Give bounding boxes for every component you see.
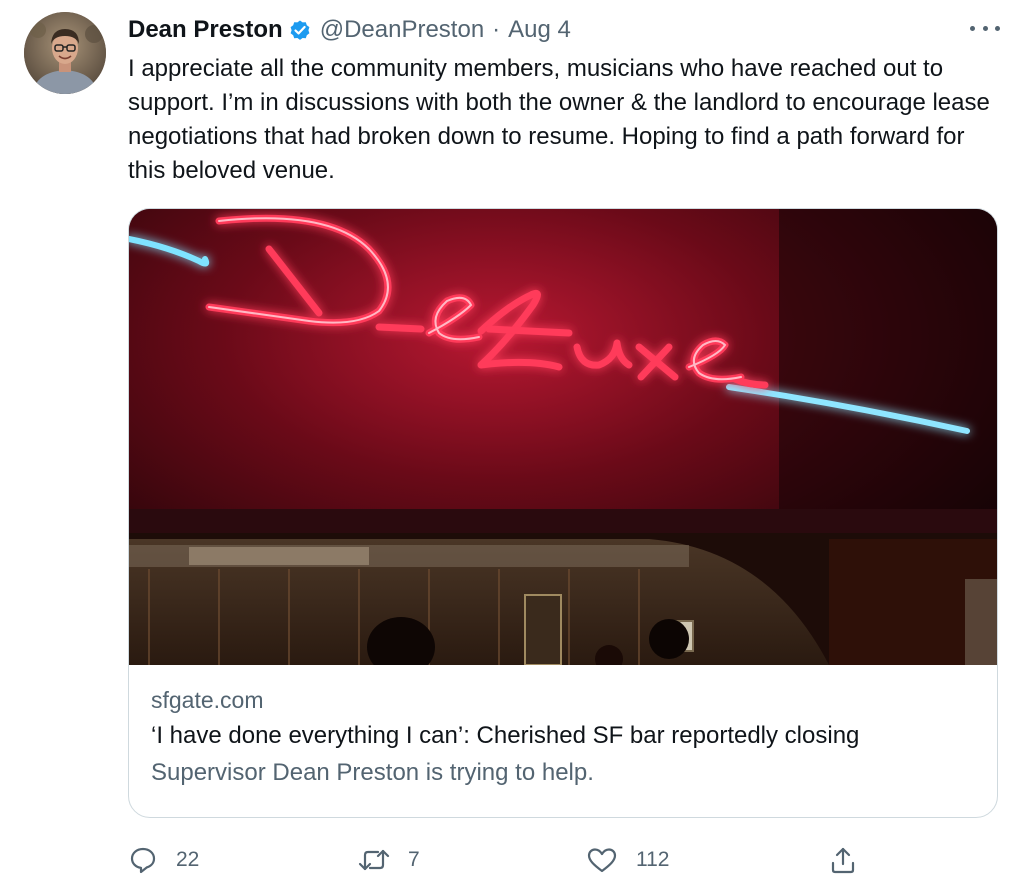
author-handle[interactable]: @DeanPreston [320,16,484,44]
heart-icon [586,845,618,875]
reply-count: 22 [176,848,200,871]
share-button[interactable] [828,840,858,880]
like-count: 112 [636,848,670,871]
avatar-photo [24,12,106,94]
tweet-text: I appreciate all the community members, … [128,55,990,184]
like-button[interactable]: 112 [586,840,669,880]
reply-icon [128,845,158,875]
ellipsis-dot [982,25,988,31]
share-icon [828,845,858,875]
retweet-button[interactable]: 7 [358,840,420,880]
reply-button[interactable]: 22 [128,840,199,880]
more-options-icon[interactable] [970,16,1000,40]
author-name[interactable]: Dean Preston [128,16,283,44]
card-image [129,209,997,665]
card-domain: sfgate.com [151,687,264,713]
tweet: Dean Preston @DeanPreston · Aug 4 I appr… [0,0,1024,888]
retweet-count: 7 [408,848,420,871]
tweet-date[interactable]: Aug 4 [508,16,571,44]
separator-dot: · [492,16,501,43]
tweet-header: Dean Preston @DeanPreston · Aug 4 [128,14,571,46]
verified-badge-icon [288,18,312,42]
ellipsis-dot [995,25,1000,31]
link-preview-card[interactable]: sfgate.com ‘I have done everything I can… [128,208,998,818]
card-title: ‘I have done everything I can’: Cherishe… [151,722,860,749]
retweet-icon [358,845,390,875]
avatar[interactable] [24,12,106,94]
card-meta: sfgate.com ‘I have done everything I can… [151,683,981,791]
action-bar: 22 7 112 [128,840,888,880]
ellipsis-dot [970,25,975,31]
card-description: Supervisor Dean Preston is trying to hel… [151,759,594,786]
